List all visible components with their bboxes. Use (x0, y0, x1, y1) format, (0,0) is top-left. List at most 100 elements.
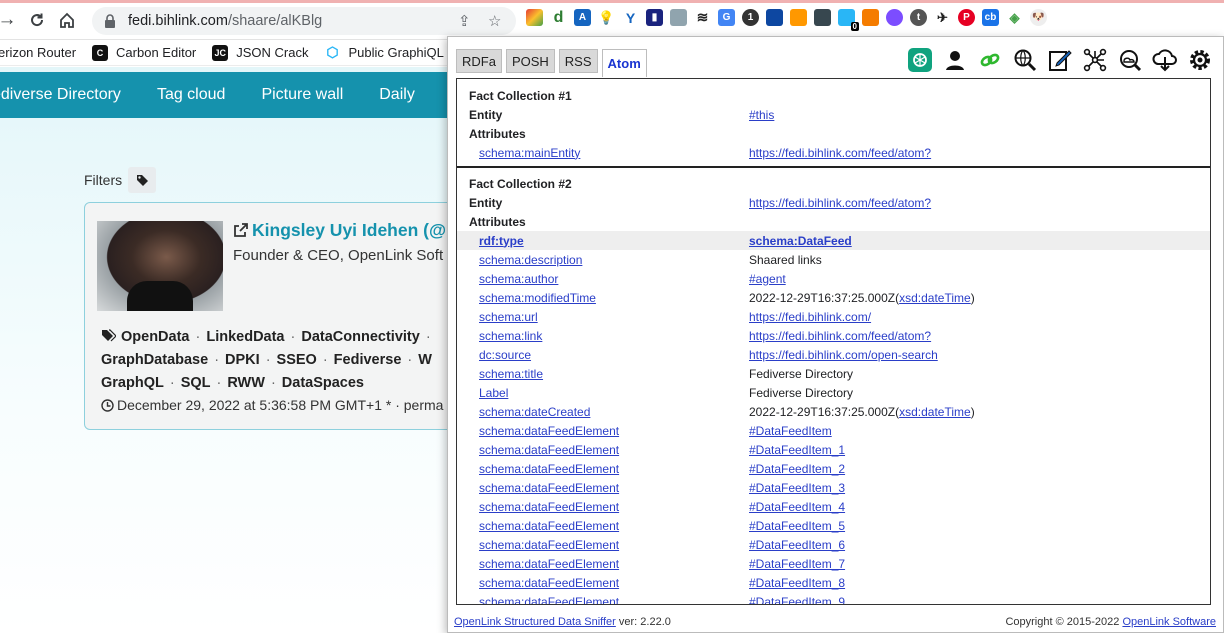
attribute-key-link[interactable]: schema:dataFeedElement (479, 443, 619, 457)
attribute-value-link[interactable]: #agent (749, 272, 786, 286)
layers-extension-icon[interactable]: ≋ (694, 9, 711, 26)
datatype-link[interactable]: xsd:dateTime (899, 291, 971, 305)
address-bar[interactable]: fedi.bihlink.com/shaare/alKBlg ⇪ ☆ (92, 7, 516, 35)
entity-link[interactable]: https://fedi.bihlink.com/feed/atom? (749, 196, 931, 210)
sniffer-extension-icon[interactable]: 🐶 (1030, 9, 1047, 26)
cloud-search-icon[interactable] (1117, 47, 1143, 73)
bookmark-extension-icon[interactable]: ▮ (646, 9, 663, 26)
box-extension-icon[interactable] (766, 9, 783, 26)
tag-w[interactable]: W (418, 352, 432, 368)
attribute-key-link[interactable]: schema:mainEntity (479, 146, 580, 160)
tab-rss[interactable]: RSS (558, 49, 598, 73)
book-extension-icon[interactable] (814, 9, 831, 26)
tag-filter-button[interactable] (128, 167, 157, 193)
tag-fediverse[interactable]: Fediverse (334, 352, 402, 368)
attribute-value-link[interactable]: #DataFeedItem_3 (749, 481, 845, 495)
attribute-key-link[interactable]: schema:author (479, 272, 558, 286)
entity-link[interactable]: #this (749, 108, 774, 122)
attribute-key-link[interactable]: schema:dateCreated (479, 405, 590, 419)
attribute-key-link[interactable]: schema:link (479, 329, 542, 343)
bookmark-carbon-editor[interactable]: C Carbon Editor (92, 44, 196, 61)
attribute-value-link[interactable]: #DataFeedItem_1 (749, 443, 845, 457)
forward-icon[interactable]: → (0, 7, 20, 33)
attribute-value-link[interactable]: #DataFeedItem_7 (749, 557, 845, 571)
tag-sql[interactable]: SQL (181, 375, 211, 391)
attribute-value-link[interactable]: https://fedi.bihlink.com/open-search (749, 348, 938, 362)
chat-extension-icon[interactable] (886, 9, 903, 26)
tab-posh[interactable]: POSH (505, 49, 555, 73)
attribute-value-link[interactable]: #DataFeedItem_4 (749, 500, 845, 514)
pin-extension-icon[interactable]: ✈ (934, 9, 951, 26)
attribute-key-link[interactable]: schema:dataFeedElement (479, 462, 619, 476)
attribute-key-link[interactable]: Label (479, 386, 508, 400)
settings-gear-icon[interactable] (1187, 47, 1213, 73)
attribute-key-link[interactable]: schema:dataFeedElement (479, 595, 619, 605)
tab-rdfa[interactable]: RDFa (456, 49, 502, 73)
tag-graphdatabase[interactable]: GraphDatabase (101, 352, 208, 368)
attribute-key-link[interactable]: schema:dataFeedElement (479, 424, 619, 438)
bookmark-json-crack[interactable]: JC JSON Crack (212, 44, 309, 61)
text-extension-icon[interactable]: A (574, 9, 591, 26)
grid-extension-icon[interactable] (790, 9, 807, 26)
star-icon[interactable]: ☆ (488, 12, 501, 30)
attribute-key-link[interactable]: schema:url (479, 310, 538, 324)
tag-linkeddata[interactable]: LinkedData (206, 329, 284, 345)
attribute-key-link[interactable]: schema:dataFeedElement (479, 576, 619, 590)
attribute-key-link[interactable]: schema:dataFeedElement (479, 538, 619, 552)
translate-extension-icon[interactable]: G (718, 9, 735, 26)
tab-atom[interactable]: Atom (601, 49, 647, 77)
cloud-download-icon[interactable] (1152, 47, 1178, 73)
tag-graphql[interactable]: GraphQL (101, 375, 164, 391)
share-icon[interactable]: ⇪ (458, 12, 471, 30)
attribute-value-link[interactable]: #DataFeedItem (749, 424, 832, 438)
attribute-key-link[interactable]: schema:dataFeedElement (479, 557, 619, 571)
screenshot-extension-icon[interactable] (670, 9, 687, 26)
cb-extension-icon[interactable]: cb (982, 9, 999, 26)
attribute-key-link[interactable]: schema:dataFeedElement (479, 519, 619, 533)
onepassword-extension-icon[interactable]: 1 (742, 9, 759, 26)
nav-fediverse-directory[interactable]: ediverse Directory (0, 86, 121, 104)
tumblr-extension-icon[interactable]: t (910, 9, 927, 26)
attribute-key-link[interactable]: rdf:type (479, 234, 524, 248)
tag-dataspaces[interactable]: DataSpaces (282, 375, 364, 391)
globe-search-icon[interactable] (1012, 47, 1038, 73)
attribute-value-link[interactable]: #DataFeedItem_9 (749, 595, 845, 605)
attribute-key-link[interactable]: schema:modifiedTime (479, 291, 596, 305)
reload-icon[interactable] (24, 7, 50, 33)
datatype-link[interactable]: xsd:dateTime (899, 405, 971, 419)
diigo-extension-icon[interactable]: d (550, 9, 567, 26)
edit-icon[interactable] (1047, 47, 1073, 73)
graph-extension-icon[interactable]: ◈ (1006, 9, 1023, 26)
attribute-key-link[interactable]: dc:source (479, 348, 531, 362)
attribute-key-link[interactable]: schema:dataFeedElement (479, 481, 619, 495)
cube-extension-icon[interactable] (526, 9, 543, 26)
attribute-value-link[interactable]: https://fedi.bihlink.com/feed/atom? (749, 329, 931, 343)
tag-dataconnectivity[interactable]: DataConnectivity (301, 329, 419, 345)
attribute-key-link[interactable]: schema:dataFeedElement (479, 500, 619, 514)
network-icon[interactable] (1082, 47, 1108, 73)
attribute-key-link[interactable]: schema:description (479, 253, 582, 267)
attribute-value-link[interactable]: https://fedi.bihlink.com/feed/atom? (749, 146, 931, 160)
tag-sseo[interactable]: SSEO (277, 352, 317, 368)
metamask-extension-icon[interactable] (862, 9, 879, 26)
openlink-software-link[interactable]: OpenLink Software (1122, 616, 1216, 628)
attribute-value-link[interactable]: #DataFeedItem_8 (749, 576, 845, 590)
nav-daily[interactable]: Daily (379, 86, 415, 104)
tag-dpki[interactable]: DPKI (225, 352, 260, 368)
vee-extension-icon[interactable]: Y (622, 9, 639, 26)
link-icon[interactable] (977, 47, 1003, 73)
sniffer-home-link[interactable]: OpenLink Structured Data Sniffer (454, 616, 616, 628)
tag-opendata[interactable]: OpenData (121, 329, 190, 345)
home-icon[interactable] (54, 7, 80, 33)
tag-rww[interactable]: RWW (227, 375, 265, 391)
pinterest-extension-icon[interactable]: P (958, 9, 975, 26)
bookmark-public-graphiql[interactable]: ⬡ Public GraphiQL -... (325, 44, 462, 61)
chatgpt-icon[interactable] (907, 47, 933, 73)
nav-tag-cloud[interactable]: Tag cloud (157, 86, 226, 104)
badge-extension-icon[interactable]: 0 (838, 9, 859, 31)
nav-picture-wall[interactable]: Picture wall (261, 86, 343, 104)
card-title[interactable]: Kingsley Uyi Idehen (@ (233, 220, 446, 241)
user-icon[interactable] (942, 47, 968, 73)
attribute-value-link[interactable]: https://fedi.bihlink.com/ (749, 310, 871, 324)
bookmark-verizon-router[interactable]: erizon Router (0, 45, 76, 60)
